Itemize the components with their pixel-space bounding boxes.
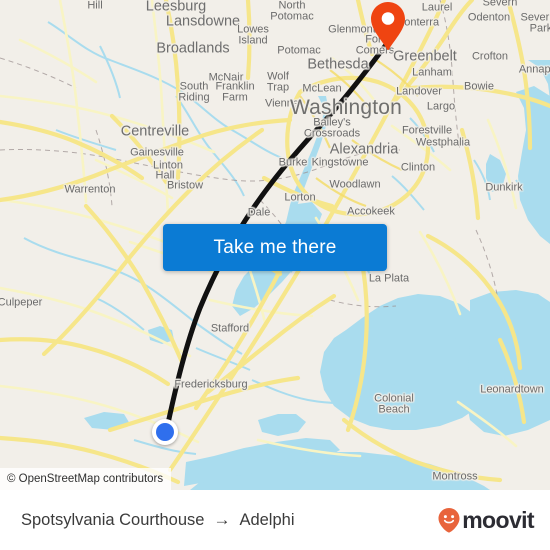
trip-summary: Spotsylvania Courthouse → Adelphi xyxy=(21,510,295,530)
arrow-right-icon: → xyxy=(213,510,231,529)
trip-destination-label: Adelphi xyxy=(239,510,295,529)
moovit-logo[interactable]: moovit xyxy=(437,506,535,534)
moovit-wordmark: moovit xyxy=(462,506,534,533)
footer-bar: Spotsylvania Courthouse → Adelphi moovit xyxy=(0,490,550,550)
trip-origin-label: Spotsylvania Courthouse xyxy=(21,510,205,529)
moovit-pin-icon xyxy=(438,508,460,533)
moovit-trip-map-screen: Hill Leesburg North Potomac Glenmont Konterra… xyxy=(0,0,550,550)
take-me-there-button[interactable]: Take me there xyxy=(163,224,387,271)
map-canvas[interactable]: Hill Leesburg North Potomac Glenmont Konterra… xyxy=(0,0,550,490)
osm-attribution[interactable]: © OpenStreetMap contributors xyxy=(0,468,172,490)
